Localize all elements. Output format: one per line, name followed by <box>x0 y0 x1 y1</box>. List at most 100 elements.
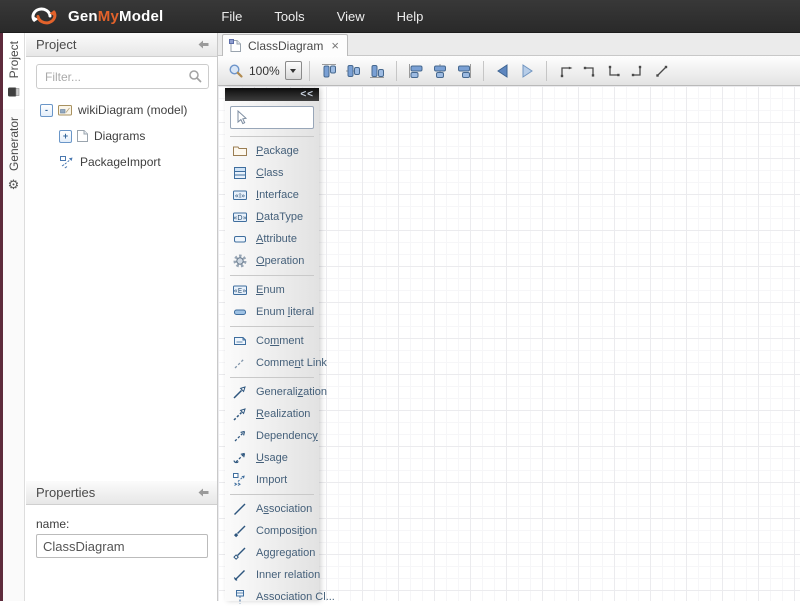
app-title: GenMyModel <box>68 8 163 25</box>
align-bottom-button[interactable] <box>365 59 389 83</box>
palette-item-generalization[interactable]: Generalization <box>225 381 319 403</box>
properties-panel: Properties name: <box>26 481 218 601</box>
model-icon <box>57 103 73 117</box>
zoom-dropdown-button[interactable] <box>285 61 302 80</box>
tree-item-packageimport[interactable]: PackageImport <box>26 149 217 175</box>
association-icon <box>232 501 248 517</box>
align-left-button[interactable] <box>404 59 428 83</box>
collapse-left-icon[interactable] <box>198 40 209 49</box>
palette-item-inner-relation[interactable]: Inner relation <box>225 564 319 586</box>
generalization-icon <box>232 384 248 400</box>
palette-item-dependency[interactable]: Dependency <box>225 425 319 447</box>
palette-item-realization[interactable]: Realization <box>225 403 319 425</box>
properties-panel-header: Properties <box>26 481 217 505</box>
palette-item-association-class[interactable]: Association Cl... <box>225 586 319 608</box>
magnifier-icon <box>228 63 244 79</box>
connector-straight-button[interactable] <box>650 59 674 83</box>
cursor-icon <box>235 110 248 125</box>
enum-literal-icon <box>232 304 248 320</box>
flip-horizontal-button[interactable] <box>491 59 515 83</box>
datatype-icon: «D» <box>232 209 248 225</box>
menu-help[interactable]: Help <box>381 2 440 31</box>
svg-text:«D»: «D» <box>233 214 247 222</box>
project-panel-title: Project <box>36 37 76 52</box>
dependency-icon <box>232 428 248 444</box>
expand-toggle-icon[interactable]: + <box>59 130 72 143</box>
flip-vertical-button[interactable] <box>515 59 539 83</box>
tree-item-model[interactable]: - wikiDiagram (model) <box>26 97 217 123</box>
diagram-file-icon <box>76 129 89 143</box>
book-icon <box>7 85 20 103</box>
attribute-icon <box>232 231 248 247</box>
svg-text:«I»: «I» <box>235 192 246 200</box>
properties-panel-title: Properties <box>36 485 95 500</box>
filter-field-wrap <box>36 64 209 89</box>
palette-item-aggregation[interactable]: Aggregation <box>225 542 319 564</box>
usage-icon <box>232 450 248 466</box>
connector-elbow-1-button[interactable] <box>554 59 578 83</box>
operation-icon <box>232 253 248 269</box>
tab-classdiagram[interactable]: ClassDiagram × <box>222 34 348 56</box>
palette-item-package[interactable]: Package <box>225 140 319 162</box>
sidetab-project[interactable]: Project <box>3 33 24 109</box>
sidetab-generator[interactable]: Generator ⚙ <box>3 109 24 197</box>
tool-palette: << Package Class «I» Interface «D» DataT… <box>225 88 319 601</box>
palette-item-enum[interactable]: «E» Enum <box>225 279 319 301</box>
gear-icon: ⚙ <box>8 178 20 191</box>
palette-item-class[interactable]: Class <box>225 162 319 184</box>
menu-view[interactable]: View <box>321 2 381 31</box>
palette-item-comment-link[interactable]: Comment Link <box>225 352 319 374</box>
palette-item-comment[interactable]: Comment <box>225 330 319 352</box>
package-import-icon <box>59 155 75 170</box>
realization-icon <box>232 406 248 422</box>
enum-icon: «E» <box>232 282 248 298</box>
collapse-left-icon[interactable] <box>198 488 209 497</box>
chevron-down-icon <box>290 69 296 73</box>
menu-bar: File Tools View Help <box>205 2 439 31</box>
palette-item-operation[interactable]: Operation <box>225 250 319 272</box>
palette-item-composition[interactable]: Composition <box>225 520 319 542</box>
connector-elbow-3-button[interactable] <box>602 59 626 83</box>
diagram-tab-icon <box>229 39 242 53</box>
project-panel-header: Project <box>26 33 217 57</box>
editor-tab-bar: ClassDiagram × <box>218 33 800 56</box>
selection-tool-button[interactable] <box>230 106 314 129</box>
search-icon <box>188 69 202 83</box>
sidetab-generator-label: Generator <box>7 117 21 171</box>
filter-input[interactable] <box>36 64 209 89</box>
connector-elbow-2-button[interactable] <box>578 59 602 83</box>
menu-file[interactable]: File <box>205 2 258 31</box>
palette-item-import[interactable]: Import <box>225 469 319 491</box>
tab-close-icon[interactable]: × <box>331 40 339 52</box>
palette-item-usage[interactable]: Usage <box>225 447 319 469</box>
collapse-toggle-icon[interactable]: - <box>40 104 53 117</box>
palette-item-interface[interactable]: «I» Interface <box>225 184 319 206</box>
palette-item-datatype[interactable]: «D» DataType <box>225 206 319 228</box>
tree-item-label: PackageImport <box>80 155 161 169</box>
palette-item-attribute[interactable]: Attribute <box>225 228 319 250</box>
interface-icon: «I» <box>232 187 248 203</box>
align-top-button[interactable] <box>317 59 341 83</box>
project-panel: Project - wikiDiagram (model) + Diagrams <box>26 33 218 481</box>
palette-collapse-button[interactable]: << <box>300 90 314 100</box>
sidetab-project-label: Project <box>7 41 21 78</box>
diagram-toolbar: 100% <box>218 56 800 86</box>
inner-relation-icon <box>232 567 248 583</box>
zoom-level-value: 100% <box>249 64 280 78</box>
connector-elbow-4-button[interactable] <box>626 59 650 83</box>
tree-item-diagrams[interactable]: + Diagrams <box>26 123 217 149</box>
svg-text:«E»: «E» <box>234 287 247 295</box>
genmymodel-cloud-icon <box>26 5 62 28</box>
align-right-button[interactable] <box>452 59 476 83</box>
main-area: ClassDiagram × 100% <box>218 33 800 601</box>
align-middle-button[interactable] <box>341 59 365 83</box>
palette-item-enum-literal[interactable]: Enum literal <box>225 301 319 323</box>
association-class-icon <box>232 589 248 605</box>
palette-item-association[interactable]: Association <box>225 498 319 520</box>
comment-link-icon <box>232 355 248 371</box>
name-field-label: name: <box>36 517 217 531</box>
import-icon <box>232 472 248 488</box>
align-center-button[interactable] <box>428 59 452 83</box>
menu-tools[interactable]: Tools <box>258 2 320 31</box>
name-input[interactable] <box>36 534 208 558</box>
